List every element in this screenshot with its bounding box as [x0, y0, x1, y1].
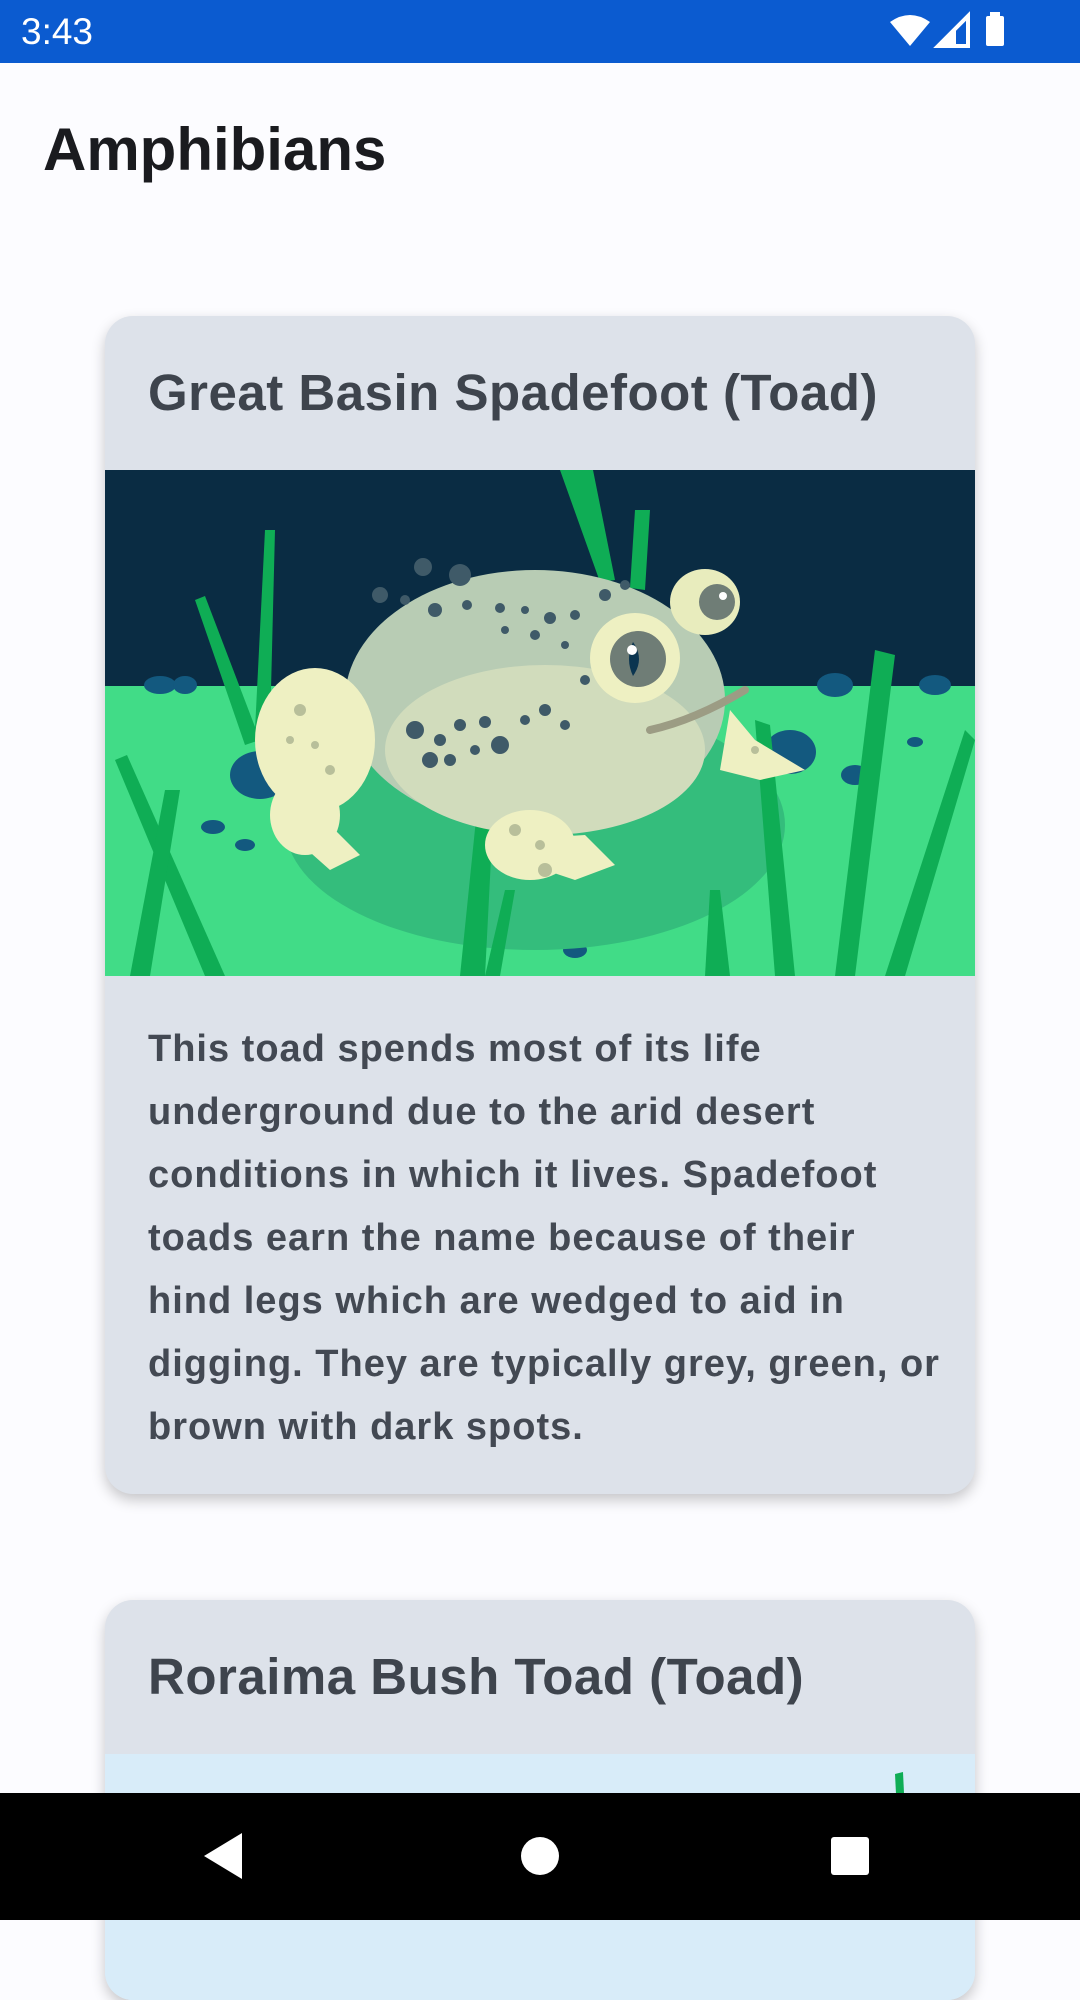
wifi-icon	[890, 15, 930, 46]
status-time: 3:43	[21, 11, 94, 52]
recents-icon[interactable]	[815, 1821, 885, 1891]
battery-icon	[986, 12, 1004, 46]
status-bar: 3:43	[0, 0, 1080, 63]
page-title: Amphibians	[43, 116, 387, 183]
status-icons	[890, 11, 1004, 48]
navigation-bar	[0, 1793, 1080, 1920]
amphibian-card[interactable]: Great Basin Spadefoot (Toad) This toad s…	[105, 316, 975, 1494]
card-title: Roraima Bush Toad (Toad)	[148, 1648, 805, 1705]
home-icon[interactable]	[505, 1821, 575, 1891]
back-icon[interactable]	[190, 1821, 260, 1891]
spadefoot-toad-illustration	[105, 470, 975, 976]
card-description: This toad spends most of its life underg…	[148, 1028, 940, 1448]
card-title: Great Basin Spadefoot (Toad)	[148, 364, 878, 421]
